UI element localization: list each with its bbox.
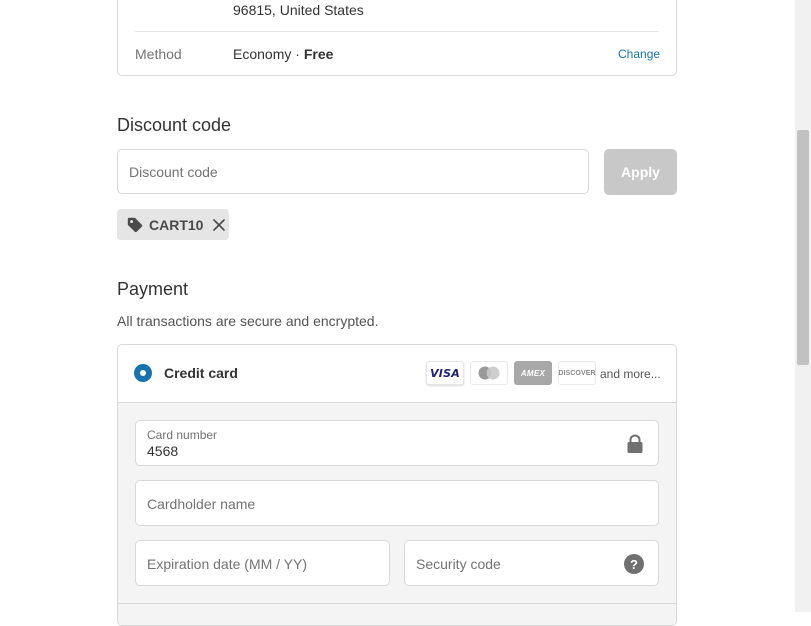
credit-card-label: Credit card [164, 365, 238, 381]
payment-bottom-divider [118, 603, 676, 604]
payment-subtitle: All transactions are secure and encrypte… [117, 313, 379, 329]
shipping-address-line: 96815, United States [233, 2, 364, 18]
mastercard-icon [478, 366, 500, 380]
scrollbar-thumb[interactable] [797, 130, 809, 365]
applied-code: CART10 [149, 216, 204, 233]
and-more-text: and more... [600, 367, 661, 381]
credit-card-radio[interactable] [134, 364, 152, 382]
visa-logo: VISA [426, 361, 464, 385]
expiration-date-placeholder: Expiration date (MM / YY) [147, 556, 308, 572]
method-name: Economy · [233, 46, 304, 62]
apply-button[interactable]: Apply [604, 149, 677, 195]
credit-card-form: Card number 4568 Cardholder name Expirat… [118, 403, 676, 625]
lock-icon [627, 434, 643, 453]
amex-logo: AMEX [514, 361, 552, 385]
cardholder-name-placeholder: Cardholder name [147, 496, 256, 512]
security-code-field[interactable]: Security code ? [404, 540, 659, 586]
payment-title: Payment [117, 279, 189, 299]
credit-card-option[interactable]: Credit card VISA AMEX DISCOVER and more.… [118, 345, 676, 403]
cardholder-name-field[interactable]: Cardholder name [135, 480, 659, 526]
method-value: Economy · Free [233, 46, 333, 62]
amex-logo-text: AMEX [520, 368, 546, 378]
discover-logo: DISCOVER [558, 361, 596, 385]
summary-divider [135, 31, 659, 32]
change-method-link[interactable]: Change [618, 47, 660, 61]
mastercard-logo [470, 361, 508, 385]
card-number-field[interactable]: Card number 4568 [135, 420, 659, 466]
shipping-summary-box [117, 0, 677, 76]
discount-title: Discount code [117, 115, 232, 135]
security-code-placeholder: Security code [416, 556, 501, 572]
discount-input[interactable] [118, 150, 588, 193]
card-number-value[interactable]: 4568 [147, 443, 178, 459]
method-label: Method [135, 46, 182, 62]
close-icon[interactable] [212, 218, 226, 232]
question-circle-icon[interactable]: ? [624, 554, 644, 574]
tag-icon [127, 217, 143, 232]
discover-logo-text: DISCOVER [558, 369, 596, 377]
expiration-date-field[interactable]: Expiration date (MM / YY) [135, 540, 390, 586]
visa-logo-text: VISA [430, 366, 460, 380]
payment-box: Credit card VISA AMEX DISCOVER and more.… [117, 344, 677, 626]
method-price: Free [303, 46, 334, 62]
discount-field[interactable] [117, 149, 589, 194]
card-number-label: Card number [147, 428, 218, 442]
applied-discount-tag: CART10 [117, 209, 229, 240]
